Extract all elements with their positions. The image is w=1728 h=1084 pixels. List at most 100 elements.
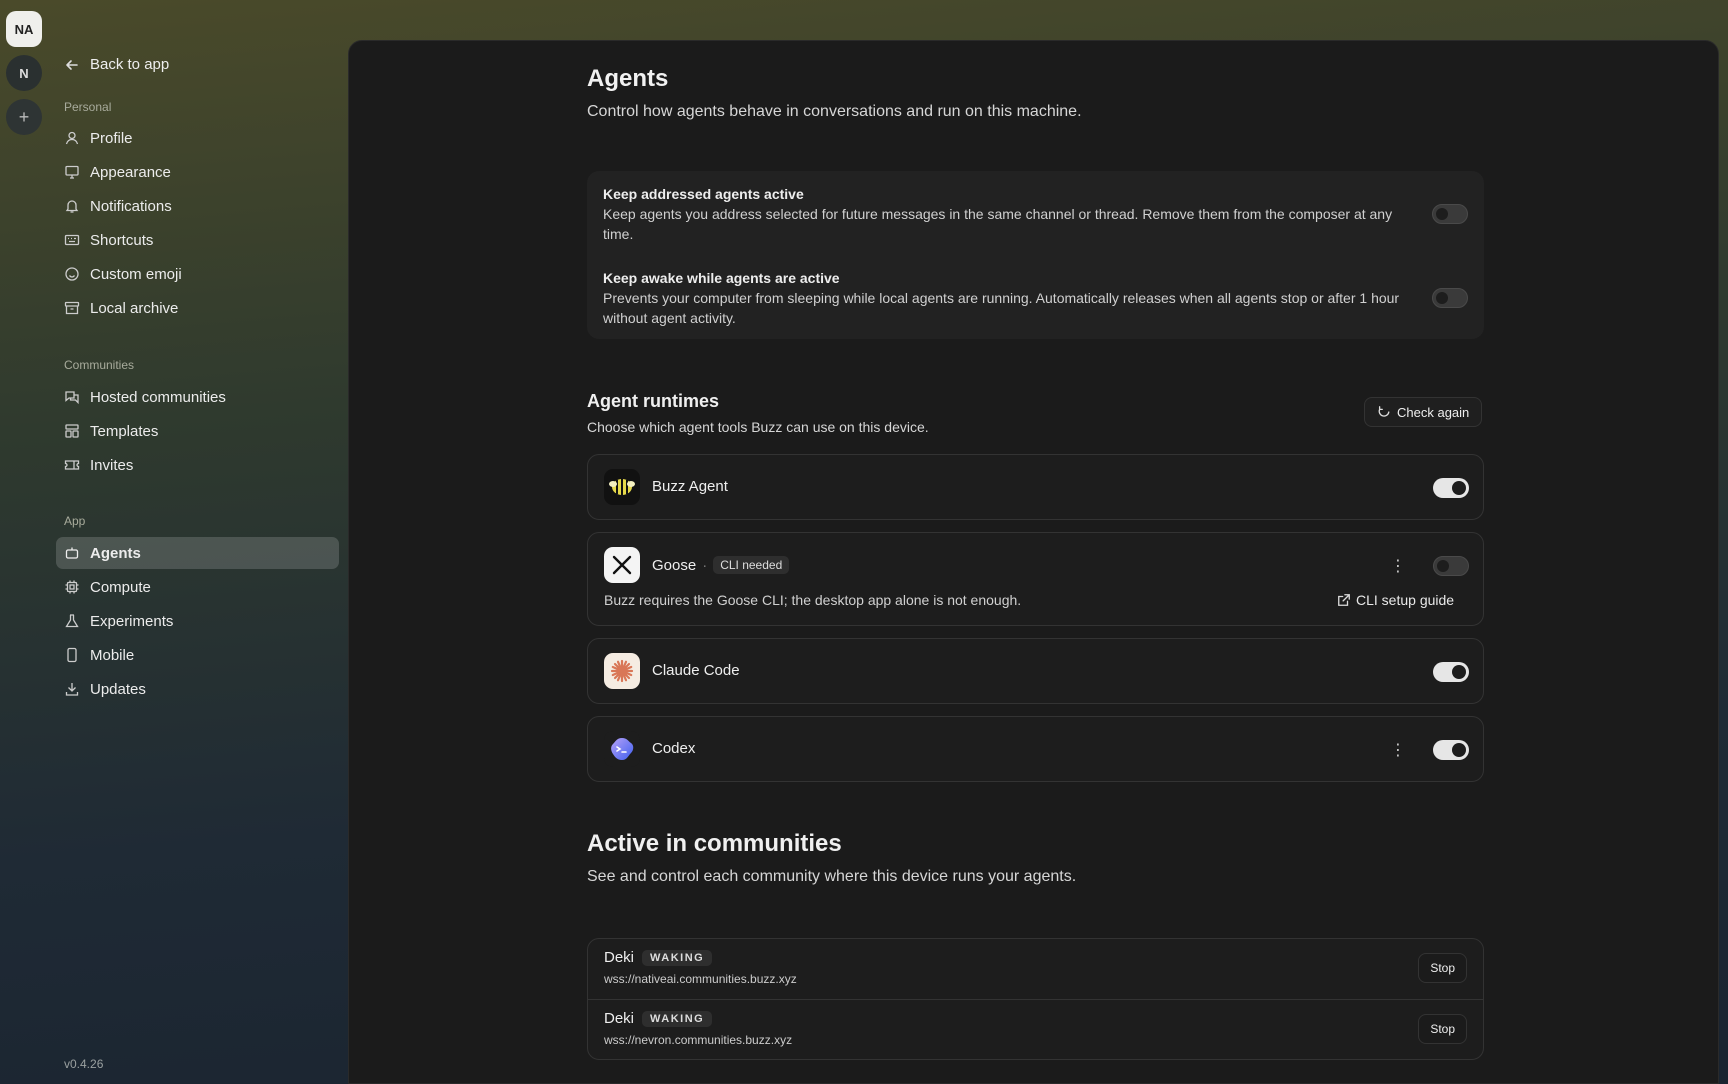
runtime-card-buzz-agent: Buzz Agent: [587, 454, 1484, 520]
sidebar-item-label: Custom emoji: [90, 265, 182, 283]
sidebar-item-label: Mobile: [90, 646, 135, 664]
setting-title: Keep addressed agents active: [603, 186, 804, 202]
runtimes-subtitle: Choose which agent tools Buzz can use on…: [587, 419, 929, 435]
sidebar-item-shortcuts[interactable]: Shortcuts: [56, 224, 339, 256]
smile-icon: [65, 267, 79, 281]
agent-behavior-card: Keep addressed agents active Keep agents…: [587, 171, 1484, 339]
sidebar-item-label: Compute: [90, 578, 151, 596]
sidebar-item-label: Appearance: [90, 163, 171, 181]
sidebar-item-label: Templates: [90, 422, 159, 440]
communities-title: Active in communities: [587, 830, 842, 857]
workspace-rail: NA N +: [0, 0, 48, 1084]
communities-subtitle: See and control each community where thi…: [587, 868, 1077, 885]
chat-icon: [65, 391, 79, 405]
status-badge: WAKING: [642, 1010, 713, 1027]
claude-sunburst-icon: [604, 653, 640, 689]
sidebar-item-templates[interactable]: Templates: [56, 415, 339, 447]
sidebar-item-appearance[interactable]: Appearance: [56, 156, 339, 188]
keep-addressed-agents-toggle[interactable]: [1432, 204, 1468, 224]
name-separator: ·: [702, 556, 708, 574]
sidebar-item-invites[interactable]: Invites: [56, 449, 339, 481]
sidebar-item-mobile[interactable]: Mobile: [56, 639, 339, 671]
community-list: Deki WAKING wss://nativeai.communities.b…: [587, 938, 1484, 1060]
community-name: Deki: [604, 1010, 635, 1027]
check-again-label: Check again: [1397, 404, 1470, 420]
sidebar-item-experiments[interactable]: Experiments: [56, 605, 339, 637]
sidebar-item-label: Profile: [90, 129, 133, 147]
workspace-na[interactable]: NA: [6, 11, 42, 47]
monitor-icon: [65, 165, 79, 179]
goose-name-row: Goose · CLI needed: [652, 556, 790, 574]
check-again-button[interactable]: Check again: [1364, 397, 1483, 427]
community-row: Deki WAKING wss://nativeai.communities.b…: [588, 939, 1483, 999]
status-badge: WAKING: [642, 949, 713, 966]
archive-icon: [64, 301, 80, 315]
stop-button[interactable]: Stop: [1418, 1014, 1467, 1044]
sidebar-item-profile[interactable]: Profile: [56, 122, 339, 154]
runtime-name: Claude Code: [652, 662, 740, 679]
runtime-name: Buzz Agent: [652, 478, 728, 495]
runtimes-title: Agent runtimes: [587, 391, 720, 411]
runtime-name: Codex: [652, 740, 696, 757]
sidebar-item-label: Invites: [90, 456, 134, 474]
sidebar-item-local-archive[interactable]: Local archive: [56, 292, 339, 324]
runtime-card-claude-code: Claude Code: [587, 638, 1484, 704]
more-options-icon[interactable]: ⋮: [1390, 742, 1406, 759]
community-name-row: Deki WAKING: [604, 949, 713, 966]
cli-setup-guide-link[interactable]: CLI setup guide: [1337, 592, 1454, 608]
arrow-left-icon: [66, 59, 78, 70]
page-title: Agents: [587, 65, 669, 92]
sidebar-item-label: Agents: [90, 544, 141, 562]
setting-description: Keep agents you address selected for fut…: [603, 206, 1393, 242]
sidebar-item-custom-emoji[interactable]: Custom emoji: [56, 258, 339, 290]
sidebar-item-agents[interactable]: Agents: [56, 537, 339, 569]
codex-icon: [604, 731, 640, 767]
claude-code-toggle[interactable]: [1433, 662, 1469, 682]
settings-panel: Agents Control how agents behave in conv…: [348, 40, 1719, 1084]
more-options-icon[interactable]: ⋮: [1390, 558, 1406, 575]
bell-icon: [65, 200, 79, 213]
community-url: wss://nevron.communities.buzz.xyz: [604, 1033, 793, 1047]
section-label-app: App: [64, 514, 86, 528]
sidebar-item-label: Updates: [90, 680, 146, 698]
goose-note: Buzz requires the Goose CLI; the desktop…: [604, 592, 1022, 608]
ticket-icon: [64, 460, 80, 470]
cli-setup-guide-label: CLI setup guide: [1356, 592, 1455, 608]
stop-button[interactable]: Stop: [1418, 953, 1467, 983]
back-to-app-link[interactable]: Back to app: [64, 56, 169, 73]
add-workspace-button[interactable]: +: [6, 99, 42, 135]
goose-icon: [604, 547, 640, 583]
sidebar-item-updates[interactable]: Updates: [56, 673, 339, 705]
goose-toggle[interactable]: [1433, 556, 1469, 576]
page-subtitle: Control how agents behave in conversatio…: [587, 103, 1082, 120]
workspace-n[interactable]: N: [6, 55, 42, 91]
flask-icon: [65, 614, 79, 628]
external-link-icon: [1338, 594, 1350, 606]
user-icon: [65, 131, 79, 145]
runtime-card-codex: Codex ⋮: [587, 716, 1484, 782]
sidebar-item-notifications[interactable]: Notifications: [56, 190, 339, 222]
app-version: v0.4.26: [64, 1057, 104, 1071]
codex-toggle[interactable]: [1433, 740, 1469, 760]
keyboard-icon: [64, 234, 80, 246]
community-name-row: Deki WAKING: [604, 1010, 713, 1027]
setting-title: Keep awake while agents are active: [603, 270, 840, 286]
sidebar-item-compute[interactable]: Compute: [56, 571, 339, 603]
sidebar-item-label: Notifications: [90, 197, 172, 215]
community-name: Deki: [604, 949, 635, 966]
cli-needed-badge: CLI needed: [713, 556, 790, 574]
bot-icon: [65, 547, 79, 559]
runtime-name: Goose: [652, 556, 697, 574]
buzz-agent-toggle[interactable]: [1433, 478, 1469, 498]
template-icon: [65, 424, 79, 438]
cpu-icon: [65, 580, 79, 594]
sidebar-item-label: Hosted communities: [90, 388, 226, 406]
keep-awake-toggle[interactable]: [1432, 288, 1468, 308]
phone-icon: [67, 647, 77, 663]
sidebar-item-hosted-communities[interactable]: Hosted communities: [56, 381, 339, 413]
community-url: wss://nativeai.communities.buzz.xyz: [604, 972, 797, 986]
buzz-bee-icon: [604, 469, 640, 505]
refresh-icon: [1378, 406, 1390, 417]
back-to-app-label: Back to app: [90, 56, 170, 73]
runtime-card-goose: Goose · CLI needed ⋮ Buzz requires the G…: [587, 532, 1484, 626]
